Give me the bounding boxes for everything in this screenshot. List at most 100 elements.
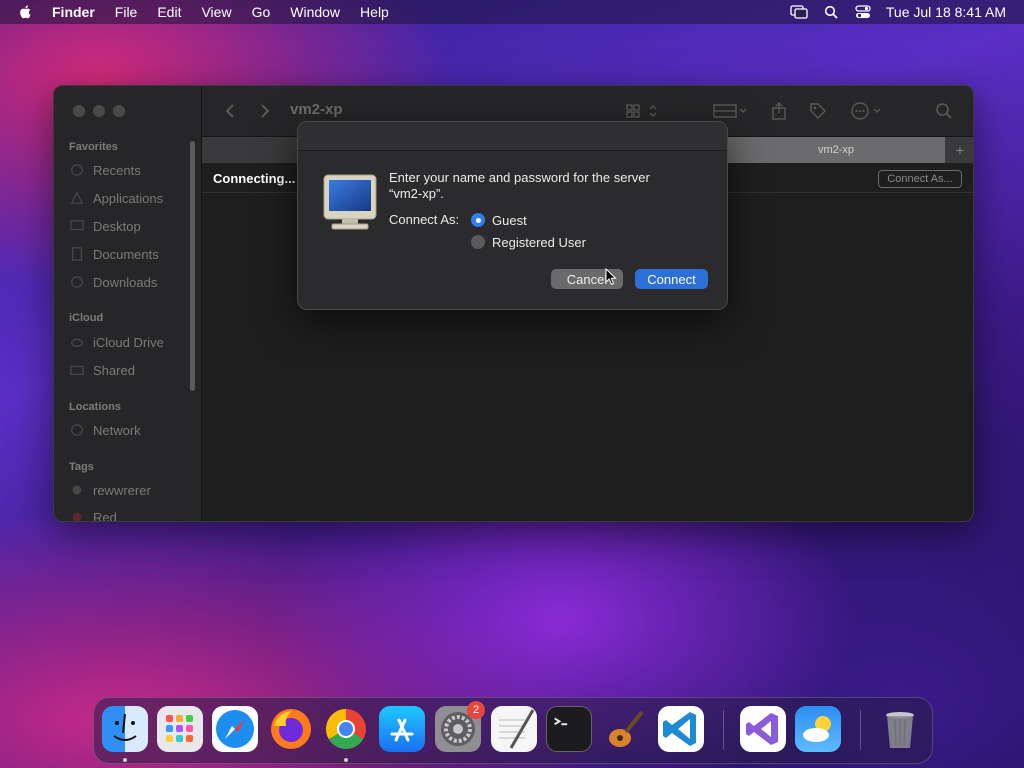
search-icon[interactable] (934, 101, 954, 121)
sidebar-item-label: Red (93, 509, 117, 522)
notification-badge: 2 (467, 701, 485, 719)
sidebar-item-label: Network (93, 422, 141, 438)
dock-chrome[interactable] (323, 706, 369, 752)
dock-textedit[interactable] (491, 706, 537, 752)
running-indicator (123, 758, 127, 762)
menu-go[interactable]: Go (252, 4, 271, 20)
window-title: vm2-xp (290, 101, 343, 118)
minimize-window-button[interactable] (93, 105, 105, 117)
screen-mirroring-icon[interactable] (790, 4, 808, 20)
menu-file[interactable]: File (115, 4, 138, 20)
menu-view[interactable]: View (201, 4, 231, 20)
view-grid-icon[interactable] (624, 101, 662, 121)
dock-terminal[interactable] (546, 706, 592, 752)
close-window-button[interactable] (73, 105, 85, 117)
sidebar-item-network[interactable]: Network (69, 419, 141, 441)
dock-weather[interactable] (795, 706, 841, 752)
share-icon[interactable] (769, 101, 789, 121)
dock-garageband[interactable] (602, 706, 648, 752)
radio-selected-indicator[interactable] (471, 213, 485, 227)
dock-separator (860, 710, 861, 750)
running-indicator (344, 758, 348, 762)
menubar-clock[interactable]: Tue Jul 18 8:41 AM (886, 4, 1006, 20)
sidebar-item-label: rewwrerer (93, 482, 151, 498)
tab-vm2-xp[interactable]: vm2-xp (727, 137, 945, 163)
tag-dot-icon (72, 485, 82, 495)
weather-cloud-icon (803, 716, 831, 742)
sidebar-item-label: Documents (93, 246, 159, 262)
plus-icon: + (955, 142, 965, 158)
document-icon (71, 247, 83, 261)
sidebar-item-label: iCloud Drive (93, 334, 164, 350)
menu-edit[interactable]: Edit (157, 4, 181, 20)
dock-trash[interactable] (877, 706, 923, 752)
dock-separator (723, 710, 724, 750)
spotlight-search-icon[interactable] (822, 4, 840, 20)
connect-dialog: Enter your name and password for the ser… (297, 121, 728, 310)
radio-registered-user[interactable]: Registered User (471, 233, 586, 251)
menu-window[interactable]: Window (290, 4, 340, 20)
dock-firefox[interactable] (268, 706, 314, 752)
dock-system-settings[interactable]: 2 (435, 701, 485, 752)
connect-button[interactable]: Connect (635, 269, 708, 289)
apple-icon[interactable] (18, 5, 32, 19)
vscode-icon (663, 712, 696, 746)
server-monitor-icon (323, 174, 377, 230)
zoom-window-button[interactable] (113, 105, 125, 117)
radio-guest[interactable]: Guest (471, 211, 527, 229)
dock: 2 (93, 697, 933, 764)
dock-vscode[interactable] (658, 706, 704, 752)
group-by-icon[interactable] (712, 101, 750, 121)
menu-app-finder[interactable]: Finder (52, 4, 95, 20)
dock-visual-studio[interactable] (740, 706, 786, 752)
dialog-titlebar (298, 122, 727, 151)
shared-folder-icon (70, 365, 84, 376)
finder-face-icon (113, 713, 137, 741)
new-tab-button[interactable]: + (947, 137, 973, 163)
sidebar-scrollbar[interactable] (190, 141, 195, 391)
control-center-icon[interactable] (854, 4, 872, 20)
dialog-message-line2: “vm2-xp”. (389, 186, 444, 201)
dock-finder[interactable] (102, 706, 148, 752)
tag-icon[interactable] (808, 101, 828, 121)
sidebar-item-icloud-drive[interactable]: iCloud Drive (69, 331, 164, 353)
dialog-message: Enter your name and password for the ser… (389, 170, 709, 202)
radio-guest-label: Guest (492, 212, 527, 228)
radio-registered-label: Registered User (492, 234, 586, 250)
more-actions-icon[interactable] (850, 101, 886, 121)
connection-status: Connecting... (213, 171, 296, 186)
sidebar-item-recents[interactable]: Recents (69, 159, 141, 181)
sidebar-item-shared[interactable]: Shared (69, 359, 135, 381)
visual-studio-icon (746, 713, 778, 745)
sidebar-header-icloud: iCloud (69, 312, 104, 324)
sidebar-item-label: Recents (93, 162, 141, 178)
dialog-message-line1: Enter your name and password for the ser… (389, 170, 650, 185)
dock-app-store[interactable] (379, 706, 425, 752)
radio-unselected-indicator[interactable] (471, 235, 485, 249)
window-controls (73, 105, 125, 117)
back-chevron-icon[interactable] (220, 101, 240, 121)
applications-icon (70, 191, 84, 204)
sidebar-item-desktop[interactable]: Desktop (69, 215, 141, 237)
guitar-icon (609, 710, 644, 747)
cloud-icon (71, 338, 83, 348)
dock-launchpad[interactable] (157, 706, 203, 752)
sidebar-item-tag-rewwrerer[interactable]: rewwrerer (69, 479, 151, 501)
sidebar-item-tag-red[interactable]: Red (69, 506, 117, 522)
sidebar-item-downloads[interactable]: Downloads (69, 271, 157, 293)
menu-help[interactable]: Help (360, 4, 389, 20)
menu-bar: Finder File Edit View Go Window Help Tue… (0, 0, 1024, 24)
sidebar-item-documents[interactable]: Documents (69, 243, 159, 265)
sidebar-item-label: Downloads (93, 274, 158, 290)
dock-safari[interactable] (212, 706, 258, 752)
sidebar-item-label: Shared (93, 362, 135, 378)
safari-compass-icon (216, 710, 254, 748)
forward-chevron-icon[interactable] (255, 101, 275, 121)
download-icon (71, 276, 83, 288)
sidebar-header-tags: Tags (69, 461, 94, 473)
firefox-icon (271, 709, 311, 749)
textedit-pen-icon (499, 709, 535, 749)
tab-label: vm2-xp (817, 144, 855, 156)
connect-as-button[interactable]: Connect As... (878, 170, 962, 188)
sidebar-item-applications[interactable]: Applications (69, 187, 163, 209)
